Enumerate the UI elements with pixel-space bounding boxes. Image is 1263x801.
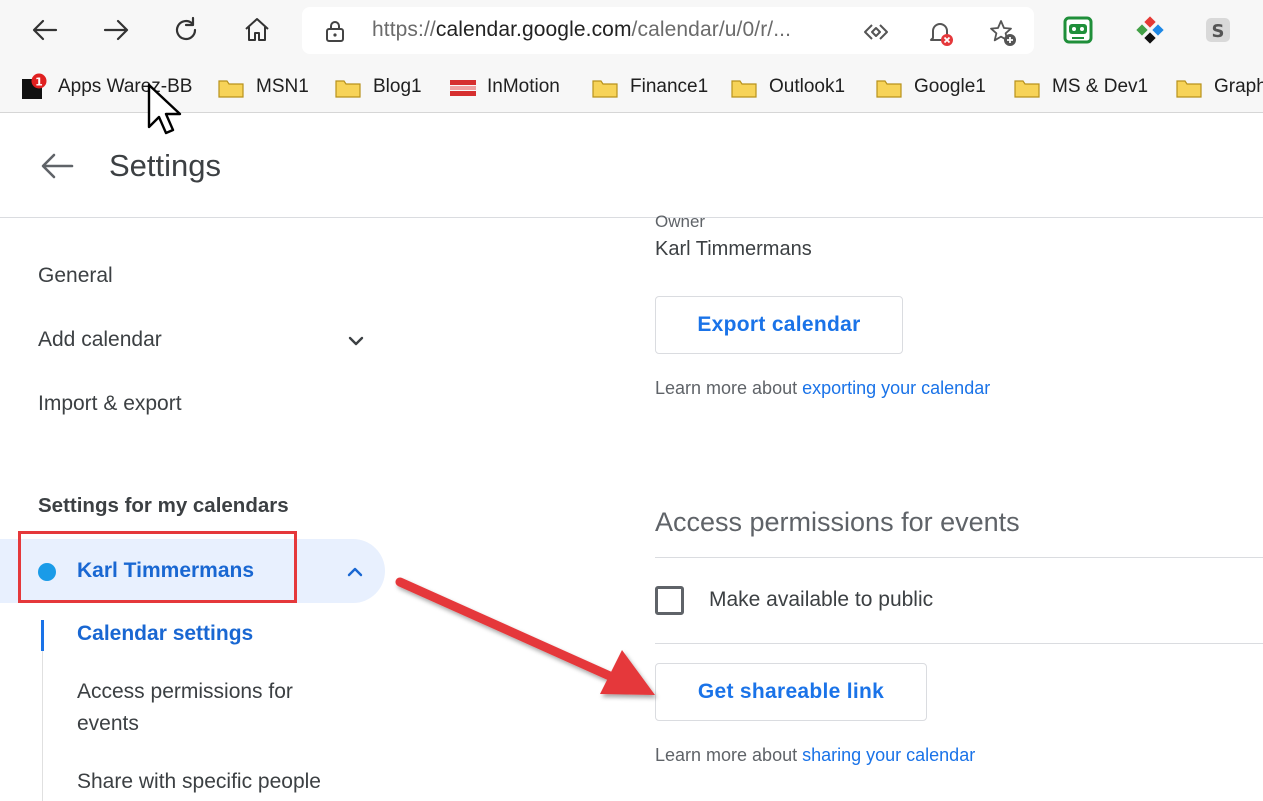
back-arrow-icon[interactable]	[38, 148, 78, 184]
forward-arrow-icon[interactable]	[96, 10, 136, 50]
reload-icon[interactable]	[166, 10, 206, 50]
sidebar-subitem-share-people[interactable]: Share with specific people	[77, 766, 321, 798]
highlight-box	[18, 531, 297, 603]
sharing-calendar-link[interactable]: sharing your calendar	[802, 745, 975, 765]
bookmark-label: Graph	[1214, 76, 1263, 97]
owner-label: Owner	[655, 212, 706, 231]
warez-bb-icon: 1	[20, 73, 47, 99]
bookmark-ms-dev1[interactable]: MS & Dev1	[1014, 72, 1148, 102]
url-text[interactable]: https://calendar.google.com/calendar/u/0…	[372, 18, 791, 42]
lock-icon[interactable]	[324, 19, 346, 48]
export-calendar-button[interactable]: Export calendar	[655, 296, 903, 354]
home-icon[interactable]	[237, 10, 277, 50]
bookmark-label: Finance1	[630, 76, 709, 97]
bookmark-label: Blog1	[373, 76, 422, 97]
folder-icon	[1014, 76, 1040, 98]
bookmark-label: MS & Dev1	[1052, 76, 1149, 97]
bookmarks-bar: 1 Apps Warez-BB MSN1 Blog1 InMotion Fina…	[0, 62, 1263, 113]
bookmark-msn1[interactable]: MSN1	[218, 72, 309, 102]
settings-header: Settings	[0, 114, 1263, 218]
get-shareable-link-button[interactable]: Get shareable link	[655, 663, 927, 721]
folder-icon	[876, 76, 902, 98]
reader-view-icon[interactable]	[862, 18, 890, 46]
address-bar[interactable]: https://calendar.google.com/calendar/u/0…	[302, 7, 1034, 54]
url-host: calendar.google.com	[435, 18, 632, 41]
sidebar-subitem-calendar-settings[interactable]: Calendar settings	[77, 618, 253, 650]
sub-nav-line	[42, 651, 43, 801]
browser-toolbar: https://calendar.google.com/calendar/u/0…	[0, 0, 1263, 62]
folder-icon	[592, 76, 618, 98]
learn-more-prefix: Learn more about	[655, 745, 803, 765]
url-protocol: https://	[372, 18, 436, 41]
folder-icon	[731, 76, 757, 98]
url-path: /calendar/u/0/r/...	[631, 18, 792, 41]
bookmark-label: Outlook1	[769, 76, 846, 97]
extension-diamond-icon[interactable]	[1130, 10, 1170, 50]
password-manager-icon[interactable]	[1058, 10, 1098, 50]
back-arrow-icon[interactable]	[25, 10, 65, 50]
folder-icon	[218, 76, 244, 98]
access-permissions-title: Access permissions for events	[655, 507, 1020, 537]
bookmark-graph[interactable]: Graph	[1176, 72, 1263, 102]
chevron-up-icon[interactable]	[344, 561, 366, 583]
bookmark-finance1[interactable]: Finance1	[592, 72, 708, 102]
bookmark-outlook1[interactable]: Outlook1	[731, 72, 845, 102]
divider	[655, 557, 1263, 558]
bookmark-google1[interactable]: Google1	[876, 72, 986, 102]
divider	[655, 643, 1263, 644]
sidebar-item-import-export[interactable]: Import & export	[38, 392, 182, 416]
add-favorite-icon[interactable]	[988, 18, 1016, 46]
folder-icon	[335, 76, 361, 98]
mouse-cursor-icon	[147, 83, 182, 135]
chevron-down-icon[interactable]	[345, 330, 367, 352]
sidebar-item-add-calendar[interactable]: Add calendar	[38, 328, 162, 352]
bookmark-inmotion[interactable]: InMotion	[449, 72, 560, 102]
bookmark-label: InMotion	[487, 76, 560, 97]
notification-blocked-icon[interactable]	[926, 18, 954, 46]
active-indicator	[41, 620, 44, 651]
sidebar-section-heading: Settings for my calendars	[38, 494, 289, 517]
bookmark-badge: 1	[35, 76, 43, 89]
share-learn-more: Learn more about sharing your calendar	[655, 745, 975, 766]
owner-name: Karl Timmermans	[655, 238, 812, 260]
inmotion-icon	[449, 76, 476, 98]
make-public-label[interactable]: Make available to public	[709, 588, 933, 612]
learn-more-prefix: Learn more about	[655, 378, 803, 398]
exporting-calendar-link[interactable]: exporting your calendar	[802, 378, 990, 398]
bookmark-label: MSN1	[256, 76, 309, 97]
sidebar-subitem-access-permissions[interactable]: Access permissions for events	[77, 676, 347, 740]
folder-icon	[1176, 76, 1202, 98]
make-public-checkbox[interactable]	[655, 586, 684, 615]
sidebar-item-general[interactable]: General	[38, 264, 113, 288]
profile-s-icon[interactable]: S	[1198, 10, 1238, 50]
svg-text:S: S	[1212, 21, 1225, 42]
bookmark-label: Google1	[914, 76, 986, 97]
page-title: Settings	[109, 148, 222, 183]
export-learn-more: Learn more about exporting your calendar	[655, 378, 990, 399]
bookmark-blog1[interactable]: Blog1	[335, 72, 422, 102]
